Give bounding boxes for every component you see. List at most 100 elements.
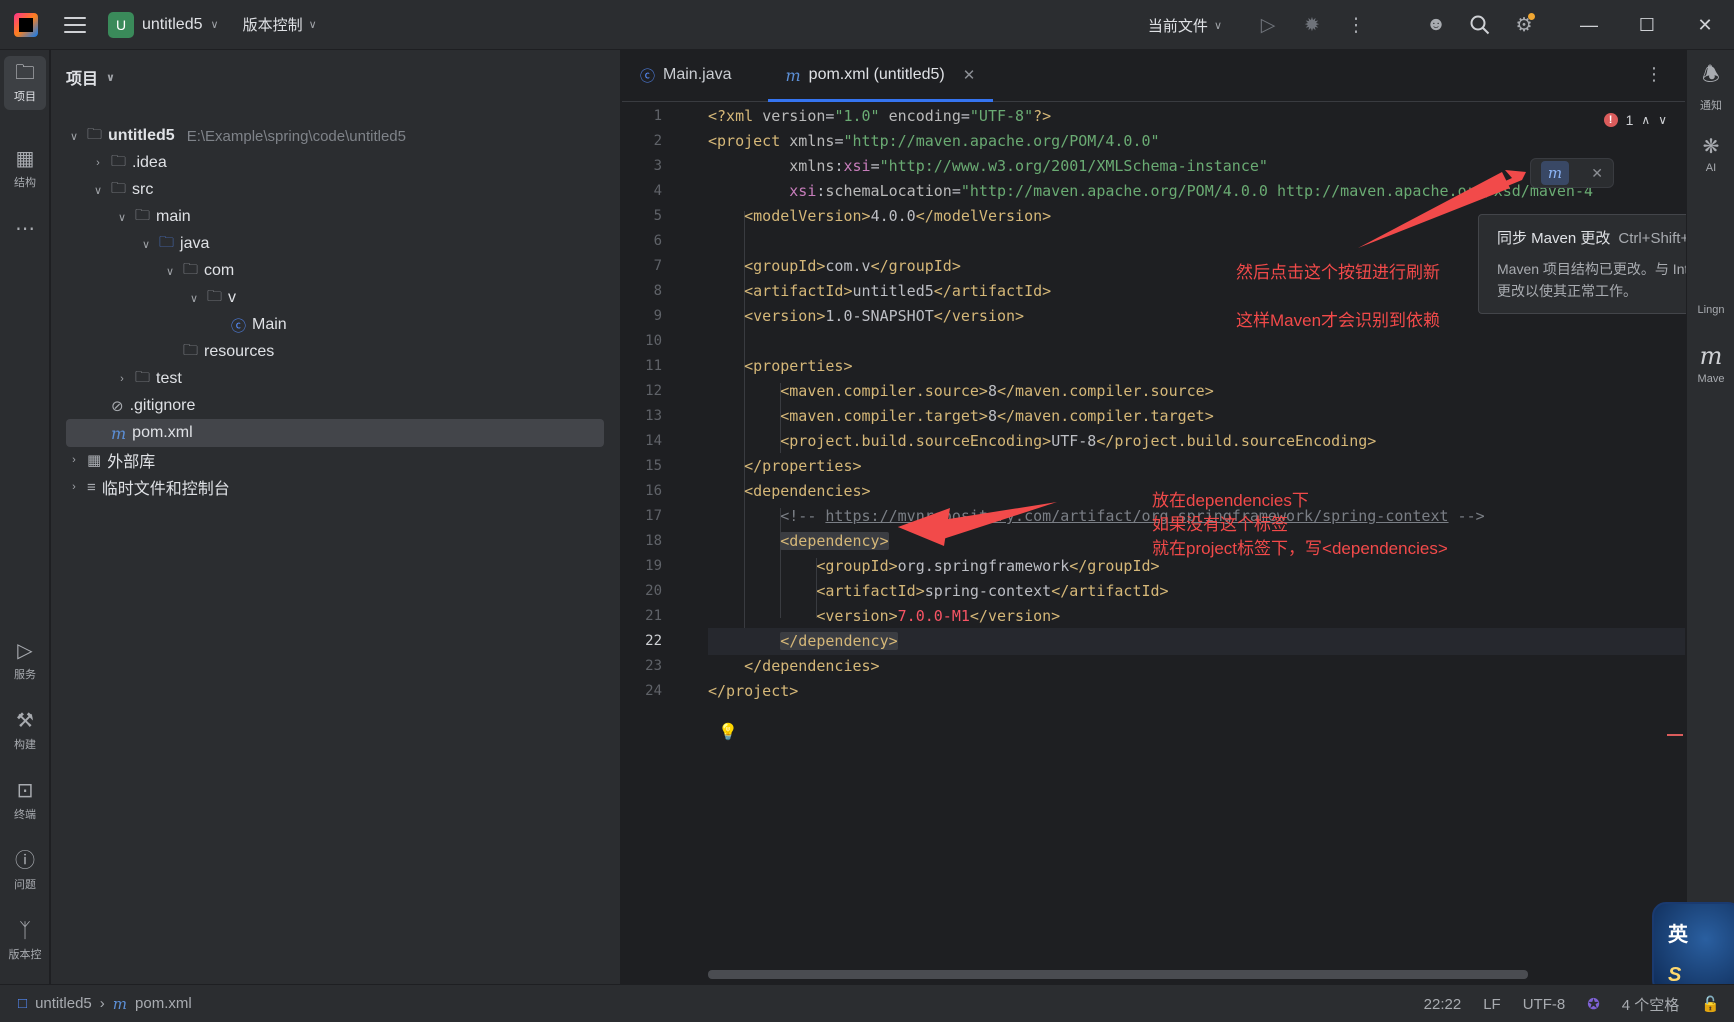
line-number: 15: [645, 458, 662, 474]
main-menu-button[interactable]: [64, 16, 86, 33]
code-line: <maven.compiler.source>8</maven.compiler…: [780, 382, 1214, 400]
tree-item-scratches[interactable]: › ≡ 临时文件和控制台: [67, 473, 230, 501]
tree-label: pom.xml: [132, 424, 193, 441]
tree-item-main-class[interactable]: ⓒ Main: [231, 311, 287, 339]
code-line: <?xml version="1.0" encoding="UTF-8"?>: [708, 107, 1052, 125]
tool-project[interactable]: 🗀 项目: [4, 56, 46, 110]
ime-widget[interactable]: 英 S: [1652, 902, 1734, 994]
search-icon[interactable]: [1458, 0, 1502, 50]
line-number: 5: [653, 208, 662, 224]
error-count: 1: [1625, 112, 1634, 128]
more-actions-icon[interactable]: ⋮: [1334, 0, 1378, 50]
close-icon[interactable]: ✕: [963, 66, 976, 84]
tree-item-pom[interactable]: m pom.xml: [66, 419, 604, 447]
code-line-current: </dependency>: [708, 628, 1685, 655]
chevron-down-icon[interactable]: ∨: [1658, 113, 1667, 127]
lightbulb-icon[interactable]: 💡: [718, 722, 738, 742]
editor-tabs: ⓒ Main.java m pom.xml (untitled5) ✕ ⋮: [622, 50, 1685, 102]
tabs-more-icon[interactable]: ⋮: [1645, 64, 1663, 85]
line-number: 12: [645, 383, 662, 399]
tab-main-java[interactable]: ⓒ Main.java: [622, 49, 750, 101]
tool-label: 终端: [14, 809, 36, 821]
caret-position[interactable]: 22:22: [1424, 996, 1462, 1013]
tree-item-java[interactable]: ∨ 🗀 java: [139, 230, 209, 258]
maximize-button[interactable]: ☐: [1618, 0, 1676, 50]
ai-icon: ❋: [1702, 136, 1720, 158]
tree-label: v: [228, 289, 237, 306]
tool-ai[interactable]: ❋ AI: [1687, 134, 1734, 174]
problems-icon: ⓘ: [15, 850, 35, 872]
tool-lingma[interactable]: Lingn: [1687, 304, 1734, 316]
add-user-icon[interactable]: ☻: [1414, 0, 1458, 50]
run-config-selector[interactable]: 当前文件 ∨: [1148, 15, 1222, 36]
line-number: 3: [653, 158, 662, 174]
project-badge: U: [108, 11, 134, 38]
tool-maven[interactable]: m Mave: [1687, 342, 1734, 385]
tree-item-v[interactable]: ∨ 🗀 v: [187, 284, 236, 312]
tree-item-idea[interactable]: › 🗀 .idea: [91, 149, 167, 177]
line-number: 21: [645, 608, 662, 624]
line-number: 1: [653, 108, 662, 124]
code-line: <project xmlns="http://maven.apache.org/…: [708, 132, 1160, 150]
maven-file-icon: m: [112, 994, 128, 1013]
minimize-button[interactable]: —: [1560, 0, 1618, 50]
status-bar: □ untitled5 › m pom.xml 22:22 LF UTF-8 ✪…: [0, 984, 1734, 1022]
chevron-down-icon: ∨: [308, 19, 317, 31]
right-tool-strip: 🕭 通知 ❋ AI Lingn m Mave: [1686, 50, 1734, 984]
maven-sync-icon[interactable]: m: [1541, 161, 1569, 185]
tool-label: 服务: [14, 669, 36, 681]
tool-terminal[interactable]: ⊡ 终端: [4, 780, 46, 822]
scratches-icon: ≡: [87, 478, 96, 496]
tree-item-gitignore[interactable]: ⊘ .gitignore: [91, 392, 195, 420]
more-tools-button[interactable]: ⋯: [4, 218, 46, 240]
tool-structure[interactable]: ▦ 结构: [4, 148, 46, 190]
tree-item-test[interactable]: › 🗀 test: [115, 365, 182, 393]
line-number: 17: [645, 508, 662, 524]
line-number: 8: [653, 283, 662, 299]
tree-item-resources[interactable]: 🗀 resources: [163, 338, 274, 366]
chevron-down-icon: ∨: [1213, 19, 1222, 32]
chevron-down-icon: ∨: [69, 130, 79, 143]
tool-label: AI: [1705, 162, 1717, 174]
close-icon[interactable]: ✕: [1591, 165, 1603, 182]
tool-vcs[interactable]: ᛉ 版本控: [4, 920, 46, 962]
indent-setting[interactable]: 4 个空格: [1622, 994, 1680, 1015]
tool-notifications[interactable]: 🕭 通知: [1687, 60, 1734, 113]
annotation-note-3c: 就在project标签下，写<dependencies>: [1152, 539, 1448, 558]
tree-item-src[interactable]: ∨ 🗀 src: [91, 176, 153, 204]
tree-item-external-libraries[interactable]: › ▦ 外部库: [67, 446, 155, 474]
project-panel-header[interactable]: 项目 ∨: [51, 50, 620, 104]
tool-services[interactable]: ▷ 服务: [4, 640, 46, 682]
java-class-icon: ⓒ: [640, 67, 656, 85]
line-separator[interactable]: LF: [1483, 996, 1501, 1013]
horizontal-scrollbar[interactable]: [708, 970, 1528, 979]
chevron-up-icon[interactable]: ∧: [1641, 113, 1650, 127]
tool-label: Lingn: [1697, 304, 1725, 316]
code-line: <properties>: [744, 357, 853, 375]
chevron-down-icon: ∨: [117, 211, 127, 224]
error-stripe-mark[interactable]: [1667, 734, 1683, 736]
tree-label: test: [156, 370, 182, 387]
tool-label: Mave: [1697, 373, 1725, 385]
inspection-widget[interactable]: ! 1 ∧ ∨: [1603, 112, 1667, 128]
tree-item-main[interactable]: ∨ 🗀 main: [115, 203, 191, 231]
tool-problems[interactable]: ⓘ 问题: [4, 850, 46, 892]
breadcrumb-project[interactable]: untitled5: [35, 995, 92, 1012]
tree-item-com[interactable]: ∨ 🗀 com: [163, 257, 234, 285]
tool-build[interactable]: ⚒ 构建: [4, 710, 46, 752]
run-icon[interactable]: ▷: [1246, 0, 1290, 50]
close-window-button[interactable]: ✕: [1676, 0, 1734, 50]
chevron-down-icon: ∨: [93, 184, 103, 197]
title-bar: U untitled5 ∨ 版本控制 ∨ 当前文件 ∨ ▷ ✹ ⋮ ☻ ⚙ — …: [0, 0, 1734, 50]
tab-pom-xml[interactable]: m pom.xml (untitled5) ✕: [767, 49, 994, 102]
debug-icon[interactable]: ✹: [1290, 0, 1334, 50]
file-encoding[interactable]: UTF-8: [1523, 996, 1566, 1013]
breadcrumb-file[interactable]: pom.xml: [135, 995, 192, 1012]
tree-item-root[interactable]: ∨ 🗀 untitled5 E:\Example\spring\code\unt…: [67, 122, 406, 150]
project-switcher[interactable]: U untitled5 ∨: [108, 11, 219, 38]
run-config-label: 当前文件: [1147, 17, 1208, 35]
copilot-star-icon[interactable]: ✪: [1587, 995, 1600, 1013]
lock-icon[interactable]: 🔓: [1701, 995, 1720, 1013]
vcs-menu[interactable]: 版本控制 ∨: [243, 14, 317, 35]
settings-gear-icon[interactable]: ⚙: [1502, 0, 1546, 50]
